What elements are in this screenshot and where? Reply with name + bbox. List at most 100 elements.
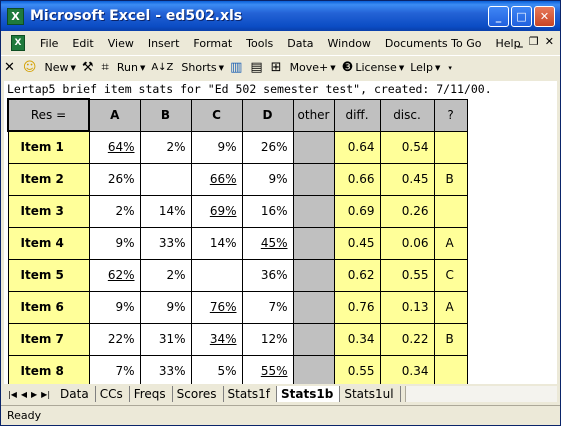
option-a-cell[interactable]: 62% bbox=[88, 258, 141, 292]
run-menu[interactable]: Run ▼ bbox=[114, 57, 148, 79]
header-d[interactable]: D bbox=[241, 98, 294, 132]
first-sheet-icon[interactable]: |◀ bbox=[8, 390, 17, 399]
disc-cell[interactable]: 0.06 bbox=[379, 226, 435, 260]
disc-cell[interactable]: 0.34 bbox=[379, 354, 435, 384]
title-bar[interactable]: X Microsoft Excel - ed502.xls _ □ ✕ bbox=[1, 1, 560, 31]
tab-data[interactable]: Data bbox=[56, 386, 96, 402]
disc-cell[interactable]: 0.22 bbox=[379, 322, 435, 356]
disc-cell[interactable]: 0.45 bbox=[379, 162, 435, 196]
item-label-cell[interactable]: Item 2 bbox=[7, 162, 90, 196]
header-question[interactable]: ? bbox=[433, 98, 468, 132]
other-cell[interactable] bbox=[292, 226, 335, 260]
menu-view[interactable]: View bbox=[101, 37, 141, 50]
other-cell[interactable] bbox=[292, 258, 335, 292]
option-b-cell[interactable]: 33% bbox=[139, 354, 192, 384]
option-c-cell[interactable]: 34% bbox=[190, 322, 243, 356]
item-label-cell[interactable]: Item 4 bbox=[7, 226, 90, 260]
flag-cell[interactable]: B bbox=[433, 162, 468, 196]
flag-cell[interactable] bbox=[433, 354, 468, 384]
license-menu[interactable]: ❸ License ▼ bbox=[339, 57, 408, 79]
sort-button[interactable]: A↓Z bbox=[148, 57, 178, 79]
other-cell[interactable] bbox=[292, 290, 335, 324]
diff-cell[interactable]: 0.62 bbox=[333, 258, 381, 292]
last-sheet-icon[interactable]: ▶| bbox=[41, 390, 50, 399]
disc-cell[interactable]: 0.54 bbox=[379, 130, 435, 164]
diff-cell[interactable]: 0.34 bbox=[333, 322, 381, 356]
item-label-cell[interactable]: Item 6 bbox=[7, 290, 90, 324]
header-disc[interactable]: disc. bbox=[379, 98, 435, 132]
menu-documents-to-go[interactable]: Documents To Go bbox=[378, 37, 489, 50]
menu-edit[interactable]: Edit bbox=[65, 37, 100, 50]
tool-button-1[interactable]: ⚒ bbox=[79, 57, 99, 79]
menu-window[interactable]: Window bbox=[321, 37, 378, 50]
move-menu[interactable]: Move+ ▼ bbox=[287, 57, 339, 79]
shorts-menu[interactable]: Shorts ▼ bbox=[178, 57, 227, 79]
disc-cell[interactable]: 0.13 bbox=[379, 290, 435, 324]
sheet-title-line[interactable]: Lertap5 brief item stats for "Ed 502 sem… bbox=[7, 82, 492, 96]
option-d-cell[interactable]: 55% bbox=[241, 354, 294, 384]
item-label-cell[interactable]: Item 5 bbox=[7, 258, 90, 292]
option-b-cell[interactable] bbox=[139, 162, 192, 196]
new-menu[interactable]: New ▼ bbox=[41, 57, 78, 79]
disc-cell[interactable]: 0.26 bbox=[379, 194, 435, 228]
toolbar-options[interactable]: ▾ bbox=[443, 57, 455, 79]
option-c-cell[interactable]: 9% bbox=[190, 130, 243, 164]
tab-stats1f[interactable]: Stats1f bbox=[224, 386, 278, 402]
tab-stats1ul[interactable]: Stats1ul bbox=[340, 386, 401, 402]
workbook-icon[interactable]: X bbox=[11, 35, 25, 51]
option-b-cell[interactable]: 33% bbox=[139, 226, 192, 260]
option-a-cell[interactable]: 7% bbox=[88, 354, 141, 384]
menu-data[interactable]: Data bbox=[280, 37, 320, 50]
other-cell[interactable] bbox=[292, 322, 335, 356]
option-b-cell[interactable]: 31% bbox=[139, 322, 192, 356]
close-button[interactable]: ✕ bbox=[534, 6, 555, 27]
item-label-cell[interactable]: Item 8 bbox=[7, 354, 90, 384]
disc-cell[interactable]: 0.55 bbox=[379, 258, 435, 292]
flag-cell[interactable] bbox=[433, 130, 468, 164]
maximize-button[interactable]: □ bbox=[511, 6, 532, 27]
tool-button-2[interactable]: ⌗ bbox=[99, 57, 114, 79]
option-d-cell[interactable]: 9% bbox=[241, 162, 294, 196]
menu-tools[interactable]: Tools bbox=[239, 37, 280, 50]
other-cell[interactable] bbox=[292, 354, 335, 384]
option-c-cell[interactable]: 14% bbox=[190, 226, 243, 260]
grid-button[interactable]: ⊞ bbox=[268, 57, 287, 79]
menu-file[interactable]: File bbox=[33, 37, 65, 50]
lelp-menu[interactable]: Lelp ▼ bbox=[407, 57, 443, 79]
smiley-button[interactable]: ☺ bbox=[20, 57, 42, 79]
header-a[interactable]: A bbox=[88, 98, 141, 132]
option-c-cell[interactable]: 69% bbox=[190, 194, 243, 228]
chart-button[interactable]: ▥ bbox=[227, 57, 247, 79]
flag-cell[interactable]: A bbox=[433, 226, 468, 260]
option-c-cell[interactable]: 76% bbox=[190, 290, 243, 324]
other-cell[interactable] bbox=[292, 194, 335, 228]
flag-cell[interactable]: C bbox=[433, 258, 468, 292]
header-res[interactable]: Res = bbox=[7, 98, 90, 132]
option-a-cell[interactable]: 9% bbox=[88, 226, 141, 260]
option-d-cell[interactable]: 7% bbox=[241, 290, 294, 324]
item-label-cell[interactable]: Item 7 bbox=[7, 322, 90, 356]
option-d-cell[interactable]: 45% bbox=[241, 226, 294, 260]
option-b-cell[interactable]: 2% bbox=[139, 130, 192, 164]
minimize-button[interactable]: _ bbox=[488, 6, 509, 27]
doc-restore-icon[interactable]: ❐ bbox=[529, 35, 539, 48]
diff-cell[interactable]: 0.64 bbox=[333, 130, 381, 164]
option-b-cell[interactable]: 14% bbox=[139, 194, 192, 228]
option-b-cell[interactable]: 2% bbox=[139, 258, 192, 292]
other-cell[interactable] bbox=[292, 130, 335, 164]
histogram-button[interactable]: ▤ bbox=[247, 57, 267, 79]
option-a-cell[interactable]: 9% bbox=[88, 290, 141, 324]
option-a-cell[interactable]: 2% bbox=[88, 194, 141, 228]
prev-sheet-icon[interactable]: ◀ bbox=[21, 390, 27, 399]
doc-minimize-icon[interactable]: _ bbox=[517, 35, 523, 48]
header-other[interactable]: other bbox=[292, 98, 335, 132]
flag-cell[interactable]: B bbox=[433, 322, 468, 356]
tab-stats1b[interactable]: Stats1b bbox=[277, 386, 341, 402]
diff-cell[interactable]: 0.76 bbox=[333, 290, 381, 324]
other-cell[interactable] bbox=[292, 162, 335, 196]
option-a-cell[interactable]: 64% bbox=[88, 130, 141, 164]
option-d-cell[interactable]: 16% bbox=[241, 194, 294, 228]
item-label-cell[interactable]: Item 1 bbox=[7, 130, 90, 164]
flag-cell[interactable]: A bbox=[433, 290, 468, 324]
diff-cell[interactable]: 0.55 bbox=[333, 354, 381, 384]
